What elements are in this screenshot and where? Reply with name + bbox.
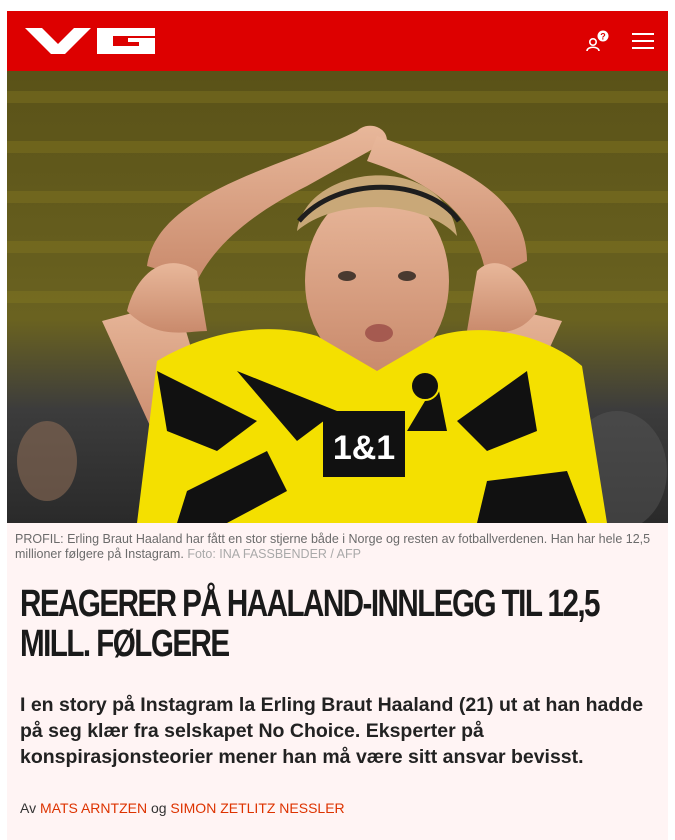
byline: Av MATS ARNTZEN og SIMON ZETLITZ NESSLER <box>20 800 668 816</box>
hero-photo: 1&1 <box>7 71 668 523</box>
photo-caption: PROFIL: Erling Braut Haaland har fått en… <box>7 523 668 562</box>
vg-logo-mark <box>25 28 155 54</box>
article-lead: I en story på Instagram la Erling Braut … <box>20 694 644 768</box>
top-bar: ? <box>7 11 668 71</box>
author-link-2[interactable]: SIMON ZETLITZ NESSLER <box>170 800 344 816</box>
svg-text:?: ? <box>600 32 606 42</box>
byline-joiner: og <box>150 800 167 816</box>
shirt-sponsor-text: 1&1 <box>333 429 395 467</box>
top-actions: ? <box>586 30 654 52</box>
hamburger-menu-icon[interactable] <box>632 32 654 50</box>
photo-credit: Foto: INA FASSBENDER / AFP <box>187 547 361 561</box>
user-icon[interactable]: ? <box>586 30 610 52</box>
page: ? 1&1 PROFIL: Erling Braut Haaland har f… <box>0 0 675 840</box>
byline-prefix: Av <box>20 800 37 816</box>
article-headline: REAGERER PÅ HAALAND-INNLEGG TIL 12,5 MIL… <box>20 583 601 665</box>
vg-logo[interactable] <box>25 11 155 71</box>
article-frame: ? 1&1 PROFIL: Erling Braut Haaland har f… <box>7 11 668 840</box>
author-link-1[interactable]: MATS ARNTZEN <box>40 800 147 816</box>
